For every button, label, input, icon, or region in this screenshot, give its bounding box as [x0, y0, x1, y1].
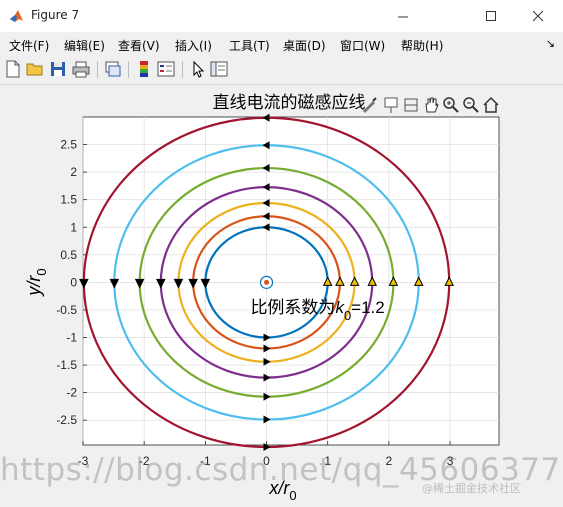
- y-tick-label: 2: [70, 165, 77, 179]
- current-marker-dot: [264, 279, 270, 285]
- home-icon[interactable]: [482, 96, 500, 114]
- annotation-label: 比例系数为: [250, 298, 335, 318]
- current-marker: [259, 275, 274, 289]
- credit-watermark: @稀土掘金技术社区: [422, 482, 521, 495]
- x-axis-label-sub: 0: [289, 488, 296, 503]
- y-tick-label: 1: [70, 220, 77, 234]
- y-tick-label: 0.5: [60, 248, 77, 262]
- zoom-out-icon[interactable]: [462, 96, 480, 114]
- data-cursor-icon[interactable]: [382, 96, 400, 114]
- chart-title: 直线电流的磁感应线: [213, 93, 366, 113]
- y-tick-label: 1.5: [60, 193, 77, 207]
- y-axis-label: y/r0: [24, 268, 49, 297]
- rotate-icon[interactable]: [402, 96, 420, 114]
- y-axis-label-sub: 0: [34, 268, 49, 275]
- y-tick-label: -1.5: [56, 358, 77, 372]
- axes-plot[interactable]: -3 -2 -1 0 1 2 3-2.5-2-1.5-1-0.500.511.522.5 直…: [0, 0, 563, 507]
- axes-background: [82, 116, 500, 446]
- annotation-value: =1.2: [351, 298, 385, 317]
- y-tick-label: -1: [66, 331, 77, 345]
- y-tick-label: -2: [66, 386, 77, 400]
- brush-icon[interactable]: [360, 96, 378, 114]
- annotation-k-sub: 0: [344, 308, 351, 323]
- y-tick-label: 0: [70, 275, 77, 289]
- y-tick-label: -0.5: [56, 303, 77, 317]
- pan-icon[interactable]: [422, 96, 440, 114]
- y-tick-label: 2.5: [60, 138, 77, 152]
- y-axis-label-base: y/r: [24, 275, 44, 298]
- y-tick-label: -2.5: [56, 413, 77, 427]
- zoom-in-icon[interactable]: [442, 96, 460, 114]
